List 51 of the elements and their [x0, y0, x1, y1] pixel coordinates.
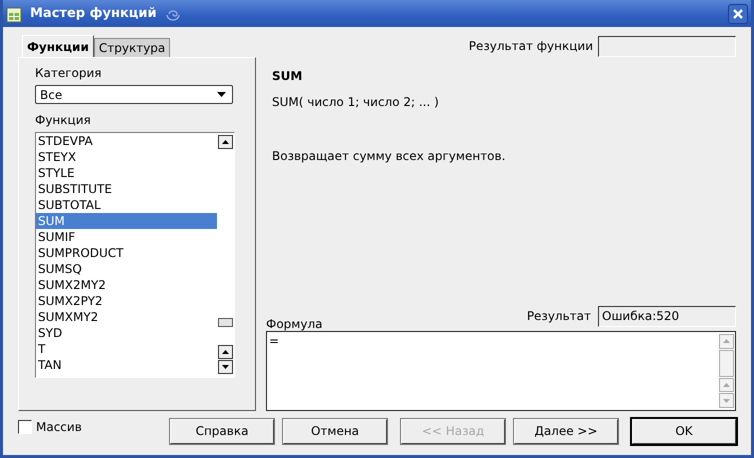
down-arrow-icon — [222, 365, 229, 369]
function-item[interactable]: STEYX — [36, 149, 217, 165]
function-item[interactable]: STYLE — [36, 165, 217, 181]
result-field: Ошибка:520 — [598, 306, 736, 326]
result-label: Результат — [526, 309, 591, 323]
category-dropdown[interactable]: Все — [35, 85, 233, 104]
scroll-up-button[interactable] — [218, 345, 233, 359]
scroll-thumb[interactable] — [719, 350, 734, 377]
function-syntax: SUM( число 1; число 2; ... ) — [271, 95, 440, 109]
function-item[interactable]: TAN — [36, 357, 217, 373]
function-item[interactable]: SUMXMY2 — [36, 309, 217, 325]
dialog-button[interactable]: OK — [632, 418, 736, 444]
dialog-button[interactable]: Справка — [170, 418, 274, 444]
up-arrow-icon — [723, 383, 730, 388]
function-item[interactable]: SUBSTITUTE — [36, 181, 217, 197]
tab[interactable]: Структура — [94, 38, 170, 57]
up-arrow-icon — [222, 140, 229, 144]
dialog-button[interactable]: Далее >> — [514, 418, 618, 444]
close-button[interactable] — [728, 4, 748, 24]
function-item[interactable]: SUMIF — [36, 229, 217, 245]
function-item[interactable]: SUBTOTAL — [36, 197, 217, 213]
category-label: Категория — [35, 66, 103, 80]
function-item[interactable]: SUMX2PY2 — [36, 293, 217, 309]
spreadsheet-icon — [6, 4, 22, 22]
function-item[interactable]: SUMX2MY2 — [36, 277, 217, 293]
function-item[interactable]: SUMPRODUCT — [36, 245, 217, 261]
dialog-button[interactable]: Отмена — [283, 418, 387, 444]
scroll-up-button[interactable] — [218, 135, 233, 149]
function-item[interactable]: SYD — [36, 325, 217, 341]
window-title: Мастер функций — [30, 6, 157, 21]
formula-field[interactable]: = — [266, 331, 736, 411]
close-icon — [733, 8, 743, 18]
down-arrow-icon — [723, 398, 730, 403]
function-name: SUM — [271, 69, 304, 83]
scroll-thumb[interactable] — [218, 318, 233, 327]
array-checkbox[interactable] — [18, 420, 32, 434]
function-label: Функция — [35, 113, 92, 127]
function-item[interactable]: SUMSQ — [36, 261, 217, 277]
array-label: Массив — [36, 420, 82, 434]
function-item[interactable]: STDEVPA — [36, 133, 217, 149]
scroll-down-button[interactable] — [218, 360, 233, 374]
up-arrow-icon — [723, 339, 730, 344]
function-item[interactable]: SUM — [36, 213, 217, 229]
function-item[interactable]: T — [36, 341, 217, 357]
tab[interactable]: Функции — [22, 35, 94, 57]
function-description: Возвращает сумму всех аргументов. — [271, 149, 506, 163]
up-arrow-icon — [222, 350, 229, 354]
dropdown-arrow-icon — [217, 92, 226, 97]
scrollbar[interactable] — [217, 133, 234, 377]
function-result-label: Результат функции — [468, 39, 593, 53]
formula-label: Формула — [266, 317, 322, 331]
